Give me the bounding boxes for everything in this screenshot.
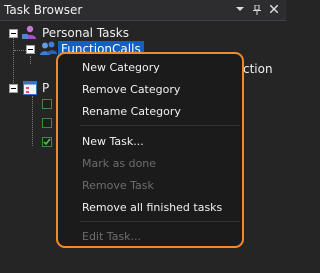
caret-down-icon[interactable] [232,2,248,18]
menu-separator [80,221,240,222]
menu-separator [80,125,240,126]
task-list-icon [23,80,37,99]
window-title: Task Browser [4,3,83,17]
tree-node-label: P [42,81,50,95]
task-checkbox[interactable] [42,99,52,109]
people-group-icon [40,41,57,60]
task-checkbox-checked[interactable] [42,137,52,147]
menu-item-mark-as-done: Mark as done [82,157,157,170]
menu-item-edit-task: Edit Task... [82,230,142,243]
collapse-toggle-icon[interactable] [9,84,18,93]
tree-node-label-partial: ction [243,62,273,76]
task-checkbox[interactable] [42,118,52,128]
close-icon[interactable] [266,2,282,18]
collapse-toggle-icon[interactable] [26,45,35,54]
tree-node-label: Personal Tasks [42,26,129,40]
title-bar: Task Browser [0,0,286,21]
menu-item-rename-category[interactable]: Rename Category [82,105,181,119]
tree-connector-line [32,96,33,146]
menu-item-new-category[interactable]: New Category [82,61,160,75]
menu-item-remove-task: Remove Task [82,179,154,192]
menu-item-remove-all-finished-tasks[interactable]: Remove all finished tasks [82,201,222,215]
menu-item-remove-category[interactable]: Remove Category [82,83,180,97]
tree-node-second-root[interactable]: P [0,79,56,97]
menu-item-new-task[interactable]: New Task... [82,135,144,149]
collapse-toggle-icon[interactable] [9,29,18,38]
pin-icon[interactable] [249,2,265,18]
context-menu: New Category Remove Category Rename Cate… [56,52,244,248]
task-browser-panel: Task Browser Personal Tasks FunctionCall… [0,0,286,273]
